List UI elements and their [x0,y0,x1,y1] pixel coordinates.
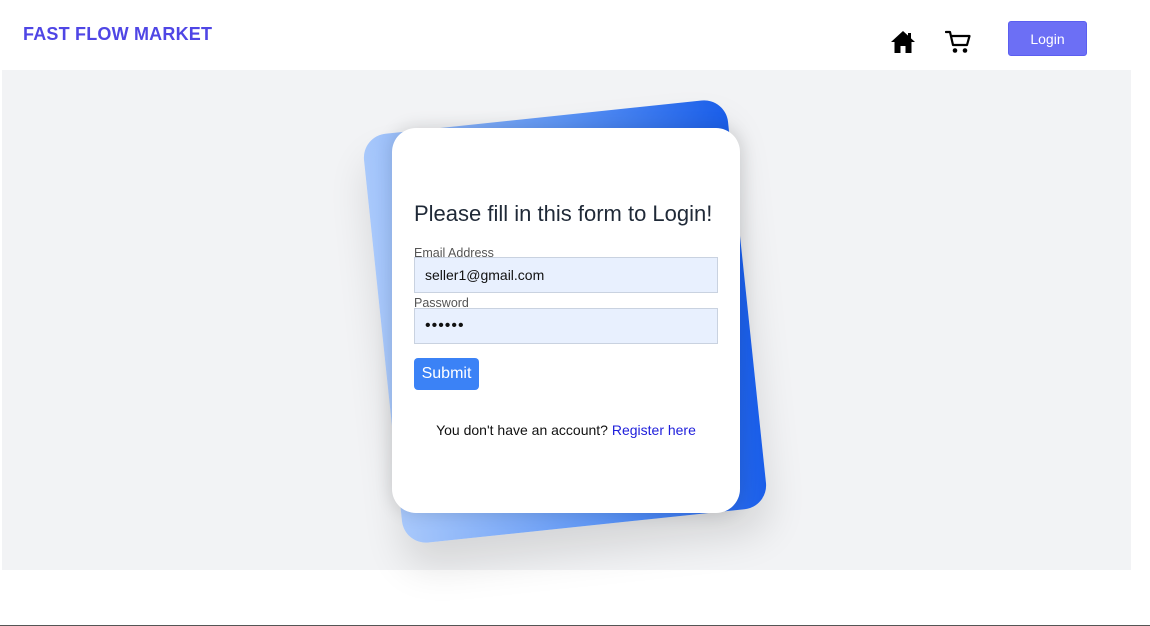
password-field[interactable]: •••••• [414,308,718,344]
register-link[interactable]: Register here [612,422,696,438]
navbar: FAST FLOW MARKET Login [0,0,1150,70]
email-field[interactable] [414,257,718,293]
cart-icon[interactable] [945,30,971,54]
login-card: Please fill in this form to Login! Email… [392,128,740,513]
form-title: Please fill in this form to Login! [414,201,713,226]
register-prompt-row: You don't have an account? Register here [392,422,740,438]
register-prompt: You don't have an account? [436,422,608,438]
brand-logo-text[interactable]: FAST FLOW MARKET [23,24,212,45]
submit-button[interactable]: Submit [414,358,479,390]
home-icon[interactable] [890,30,916,54]
login-button[interactable]: Login [1008,21,1087,56]
